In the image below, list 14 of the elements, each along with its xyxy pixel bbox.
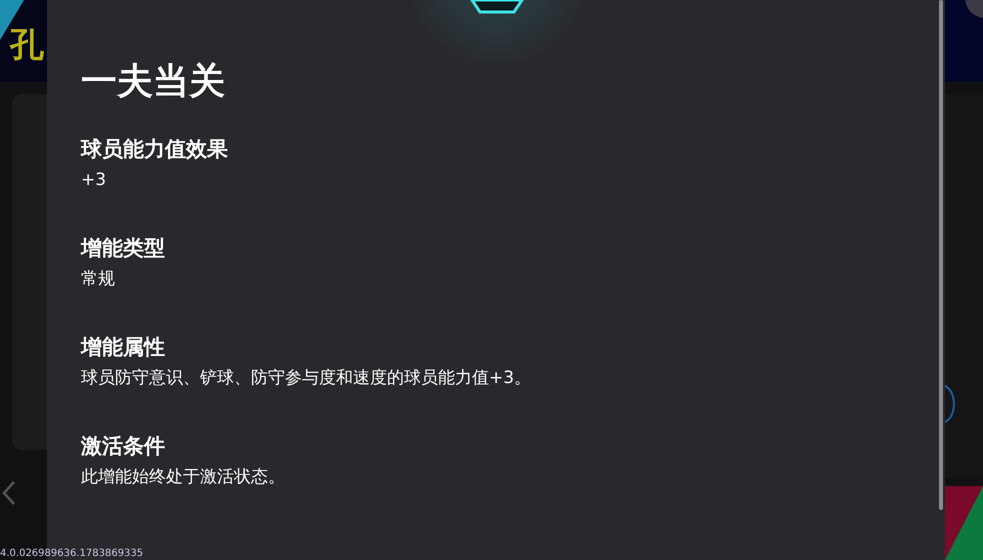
scrollbar[interactable] — [939, 0, 943, 510]
section-text: 球员防守意识、铲球、防守参与度和速度的球员能力值+3。 — [81, 367, 532, 390]
dialog-title: 一夫当关 — [81, 60, 226, 104]
section-text: +3 — [81, 169, 108, 192]
section-heading: 球员能力值效果 — [81, 136, 229, 163]
section-heading: 激活条件 — [81, 433, 166, 460]
section-text: 常规 — [81, 268, 116, 291]
version-text: 4.0.026989636.1783869335 — [0, 547, 144, 560]
back-icon[interactable] — [2, 480, 16, 506]
hexagon-icon — [470, 0, 524, 14]
section-text: 此增能始终处于激活状态。 — [81, 466, 286, 489]
section-heading: 增能属性 — [81, 334, 166, 361]
player-name: 孔 — [10, 24, 44, 67]
section-heading: 增能类型 — [81, 235, 166, 262]
